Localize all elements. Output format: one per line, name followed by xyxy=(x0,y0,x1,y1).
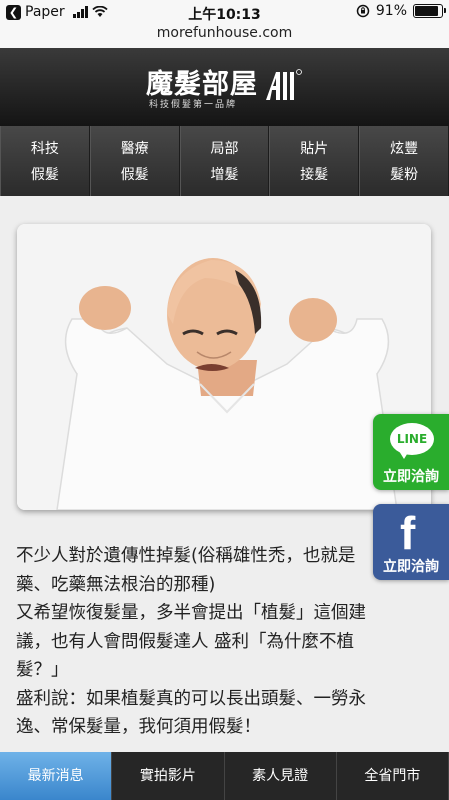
nav-label: 假髮 xyxy=(120,167,149,183)
nav-tech-wig[interactable]: 科技 假髮 xyxy=(0,126,90,196)
rotation-lock-icon xyxy=(356,4,370,18)
nav-label: 接髮 xyxy=(300,167,329,183)
tab-videos[interactable]: 實拍影片 xyxy=(112,752,225,800)
nav-label: 科技 xyxy=(30,141,59,157)
article-line: 髮？」 xyxy=(16,660,69,680)
tab-store-locations[interactable]: 全省門市 xyxy=(336,752,449,800)
nav-label: 增髮 xyxy=(210,167,239,183)
nav-label: 假髮 xyxy=(30,167,59,183)
nav-partial-volume[interactable]: 局部 增髮 xyxy=(179,126,270,196)
nav-label: 醫療 xyxy=(120,141,149,157)
nav-medical-wig[interactable]: 醫療 假髮 xyxy=(89,126,180,196)
site-logo[interactable]: 魔髮部屋 科技假髮第一品牌 xyxy=(146,62,306,112)
battery-icon xyxy=(413,4,446,18)
facebook-caption: 立即洽詢 xyxy=(383,559,439,575)
logo-title: 魔髮部屋 xyxy=(146,69,258,100)
article-line: 議，也有人會問假髮達人 盛利「為什麼不植 xyxy=(16,631,355,652)
article-line: 盛利說：如果植髮真的可以長出頭髮、一勞永 xyxy=(16,688,366,709)
article-photo xyxy=(17,224,431,510)
facebook-contact-button[interactable]: f 立即洽詢 xyxy=(373,504,449,580)
nav-label: 貼片 xyxy=(300,141,329,157)
line-icon: LINE xyxy=(390,423,434,455)
battery-percent: 91% xyxy=(375,3,407,19)
logo-mark-icon xyxy=(266,69,302,100)
balding-man-illustration xyxy=(17,224,431,510)
article-line: 又希望恢復髮量，多半會提出「植髮」這個建 xyxy=(16,603,366,623)
nav-label: 局部 xyxy=(210,141,239,157)
nav-hair-powder[interactable]: 炫豐 髮粉 xyxy=(359,126,449,196)
status-right: 91% xyxy=(356,3,446,19)
tab-latest-news[interactable]: 最新消息 xyxy=(0,752,113,800)
nav-label: 炫豐 xyxy=(390,141,419,157)
category-nav: 科技 假髮 醫療 假髮 局部 增髮 貼片 接髮 炫豐 髮粉 xyxy=(0,126,449,196)
url-text: morefunhouse.com xyxy=(156,25,293,41)
status-bar: ❮ Paper 上午10:13 91% xyxy=(0,0,449,24)
nav-label: 髮粉 xyxy=(390,167,419,183)
tab-testimonials[interactable]: 素人見證 xyxy=(224,752,337,800)
line-caption: 立即洽詢 xyxy=(383,469,439,485)
facebook-icon: f xyxy=(400,507,416,559)
nav-tape-extension[interactable]: 貼片 接髮 xyxy=(269,126,360,196)
site-header: 魔髮部屋 科技假髮第一品牌 xyxy=(0,48,449,126)
line-bubble-tail xyxy=(399,451,409,459)
logo-subtitle: 科技假髮第一品牌 xyxy=(149,100,238,110)
line-contact-button[interactable]: LINE 立即洽詢 xyxy=(373,414,449,490)
bottom-tab-bar: 最新消息 實拍影片 素人見證 全省門市 xyxy=(0,752,449,800)
article-line: 逸、常保髮量，我何須用假髮！ xyxy=(16,717,261,737)
url-bar[interactable]: morefunhouse.com xyxy=(0,24,449,48)
